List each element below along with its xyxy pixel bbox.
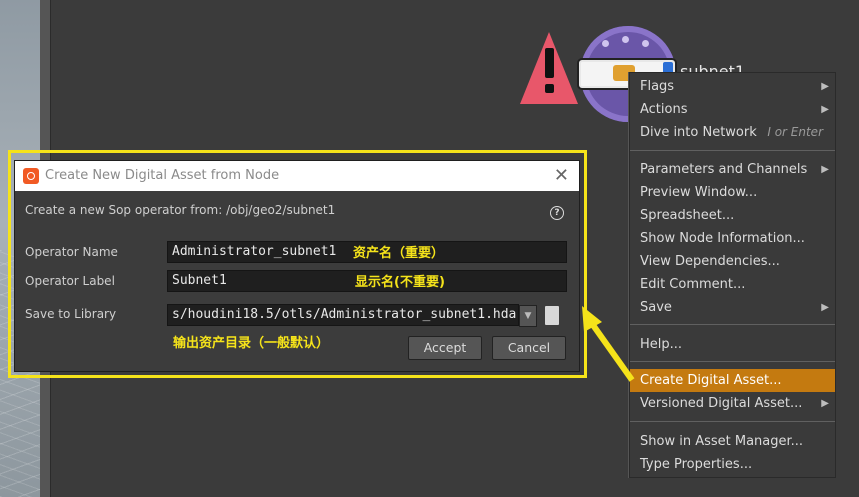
save-to-library-input[interactable]: s/houdini18.5/otls/Administrator_subnet1…: [167, 304, 519, 326]
menu-item-label: Parameters and Channels: [640, 162, 808, 177]
dialog-titlebar[interactable]: Create New Digital Asset from Node ✕: [15, 161, 579, 191]
annotation-arrow: [582, 306, 635, 382]
submenu-arrow-icon: ▶: [821, 302, 829, 313]
menu-separator: [630, 324, 835, 325]
menu-separator: [630, 361, 835, 362]
node-dot: [642, 40, 649, 47]
menu-item-view-dependencies[interactable]: View Dependencies...: [630, 250, 835, 273]
menu-item-show-node-information[interactable]: Show Node Information...: [630, 227, 835, 250]
operator-name-label: Operator Name: [25, 245, 118, 259]
submenu-arrow-icon: ▶: [821, 398, 829, 409]
accept-button[interactable]: Accept: [408, 336, 482, 360]
library-dropdown-button[interactable]: ▼: [519, 305, 537, 327]
menu-item-help[interactable]: Help...: [630, 333, 835, 356]
houdini-logo-icon: [23, 168, 39, 184]
menu-item-actions[interactable]: Actions ▶: [630, 98, 835, 121]
menu-item-label: View Dependencies...: [640, 254, 780, 269]
menu-item-create-digital-asset[interactable]: Create Digital Asset...: [630, 369, 835, 392]
menu-item-label: Versioned Digital Asset...: [640, 396, 803, 411]
menu-item-label: Dive into Network: [640, 125, 757, 140]
menu-item-label: Create Digital Asset...: [640, 373, 782, 388]
menu-item-dive-into-network[interactable]: Dive into Network I or Enter: [630, 121, 835, 144]
menu-item-edit-comment[interactable]: Edit Comment...: [630, 273, 835, 296]
menu-item-parameters-and-channels[interactable]: Parameters and Channels ▶: [630, 158, 835, 181]
submenu-arrow-icon: ▶: [821, 81, 829, 92]
menu-item-label: Help...: [640, 337, 683, 352]
annotation-display-name: 显示名(不重要): [355, 275, 445, 290]
menu-item-type-properties[interactable]: Type Properties...: [630, 453, 835, 476]
close-icon[interactable]: ✕: [554, 161, 569, 191]
submenu-arrow-icon: ▶: [821, 104, 829, 115]
file-chooser-icon[interactable]: [545, 306, 559, 325]
menu-item-label: Show Node Information...: [640, 231, 805, 246]
create-digital-asset-dialog: Create New Digital Asset from Node ✕ Cre…: [14, 160, 580, 372]
dialog-description: Create a new Sop operator from: /obj/geo…: [25, 203, 336, 217]
node-context-menu: Flags ▶ Actions ▶ Dive into Network I or En…: [629, 72, 836, 478]
menu-item-label: Flags: [640, 79, 675, 94]
menu-separator: [630, 421, 835, 422]
node-dot: [622, 36, 629, 43]
operator-label-label: Operator Label: [25, 274, 115, 288]
menu-shortcut: I or Enter: [767, 125, 823, 139]
menu-item-label: Type Properties...: [640, 457, 753, 472]
menu-item-save[interactable]: Save ▶: [630, 296, 835, 319]
menu-item-label: Edit Comment...: [640, 277, 746, 292]
menu-item-label: Spreadsheet...: [640, 208, 735, 223]
dialog-title: Create New Digital Asset from Node: [45, 168, 280, 183]
menu-item-versioned-digital-asset[interactable]: Versioned Digital Asset... ▶: [630, 392, 835, 415]
node-dot: [602, 40, 609, 47]
warning-icon: [520, 32, 578, 104]
menu-separator: [630, 150, 835, 151]
menu-item-spreadsheet[interactable]: Spreadsheet...: [630, 204, 835, 227]
menu-item-label: Show in Asset Manager...: [640, 434, 804, 449]
menu-item-label: Preview Window...: [640, 185, 758, 200]
annotation-asset-name: 资产名（重要）: [353, 246, 445, 261]
cancel-button[interactable]: Cancel: [492, 336, 566, 360]
save-to-library-label: Save to Library: [25, 307, 117, 321]
menu-item-show-in-asset-manager[interactable]: Show in Asset Manager...: [630, 430, 835, 453]
submenu-arrow-icon: ▶: [821, 164, 829, 175]
menu-item-preview-window[interactable]: Preview Window...: [630, 181, 835, 204]
menu-item-label: Actions: [640, 102, 688, 117]
menu-item-label: Save: [640, 300, 672, 315]
annotation-output-dir: 输出资产目录（一般默认）: [173, 336, 330, 351]
help-icon[interactable]: ?: [550, 206, 564, 220]
menu-item-flags[interactable]: Flags ▶: [630, 75, 835, 98]
